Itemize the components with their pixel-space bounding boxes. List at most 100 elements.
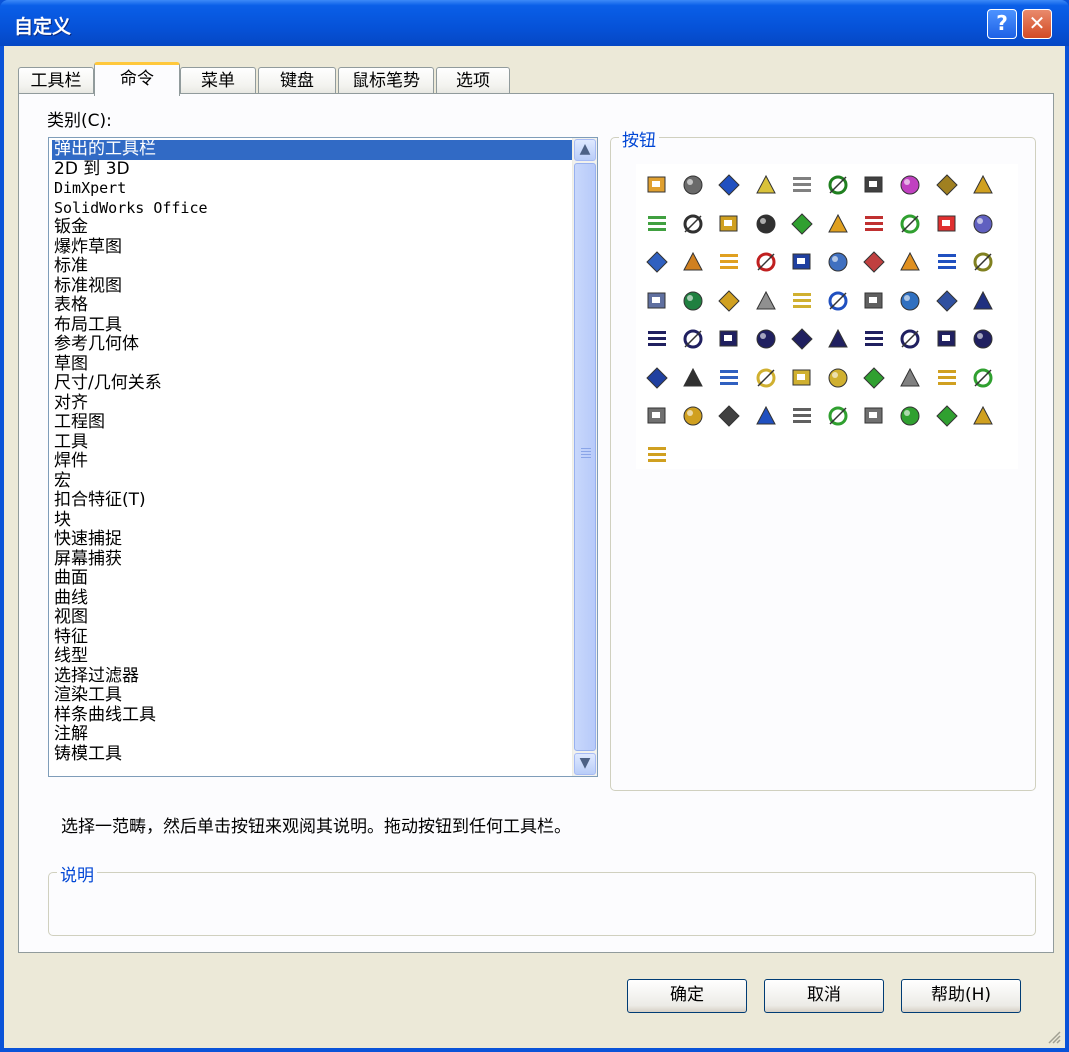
bold-italic-icon[interactable] <box>680 211 706 237</box>
category-item[interactable]: 宏 <box>52 471 572 492</box>
title-bar[interactable]: 自定义 ? ✕ <box>0 0 1069 46</box>
box-view-icon[interactable] <box>861 249 887 275</box>
part-icon[interactable] <box>644 288 670 314</box>
palette-icon[interactable] <box>970 211 996 237</box>
category-item[interactable]: 铸模工具 <box>52 744 572 765</box>
scroll-thumb[interactable] <box>574 163 596 751</box>
block-icon[interactable] <box>897 403 923 429</box>
stairs-icon[interactable] <box>861 172 887 198</box>
cut-icon[interactable] <box>789 365 815 391</box>
swept-icon[interactable] <box>789 249 815 275</box>
tab-commands[interactable]: 命令 <box>94 62 180 96</box>
category-item[interactable]: 屏幕捕获 <box>52 549 572 570</box>
category-item[interactable]: DimXpert <box>52 179 572 199</box>
key-icon[interactable] <box>861 403 887 429</box>
table-icon[interactable] <box>934 249 960 275</box>
sparkle-icon[interactable] <box>897 211 923 237</box>
snap-icon[interactable] <box>970 326 996 352</box>
category-item[interactable]: 对齐 <box>52 393 572 414</box>
note-icon[interactable] <box>789 172 815 198</box>
category-listbox[interactable]: 弹出的工具栏 2D 到 3D DimXpert SolidWorks Office 钣金… <box>48 137 598 777</box>
cancel-button[interactable]: 取消 <box>764 979 884 1013</box>
surface-icon[interactable] <box>644 211 670 237</box>
folder-move-icon[interactable] <box>934 365 960 391</box>
mold-tool-icon[interactable] <box>644 442 670 468</box>
category-item[interactable]: 表格 <box>52 295 572 316</box>
gear-box-icon[interactable] <box>680 249 706 275</box>
close-icon[interactable]: ✕ <box>1022 9 1052 39</box>
align-icon[interactable] <box>934 403 960 429</box>
circle-target-icon[interactable] <box>861 211 887 237</box>
color-wheel-icon[interactable] <box>934 211 960 237</box>
category-item[interactable]: 视图 <box>52 607 572 628</box>
dimension-icon[interactable] <box>680 172 706 198</box>
tab-menus[interactable]: 菜单 <box>180 67 256 94</box>
tag-icon[interactable] <box>716 365 742 391</box>
fillet-icon[interactable] <box>861 326 887 352</box>
diamond-icon[interactable] <box>897 249 923 275</box>
tab-keyboard[interactable]: 键盘 <box>258 67 336 94</box>
category-item[interactable]: 布局工具 <box>52 315 572 336</box>
tab-options[interactable]: 选项 <box>436 67 510 94</box>
check-cross-icon[interactable] <box>825 403 851 429</box>
category-item[interactable]: 草图 <box>52 354 572 375</box>
category-item[interactable]: 2D 到 3D <box>52 159 572 180</box>
list-icon[interactable] <box>897 288 923 314</box>
plane-icon[interactable] <box>897 326 923 352</box>
distribute-icon[interactable] <box>970 365 996 391</box>
text-style-icon[interactable] <box>753 403 779 429</box>
chart-icon[interactable] <box>716 288 742 314</box>
help-icon[interactable]: ? <box>987 9 1017 39</box>
category-item[interactable]: 曲面 <box>52 568 572 589</box>
category-item[interactable]: 曲线 <box>52 588 572 609</box>
shell-icon[interactable] <box>825 365 851 391</box>
spline-icon[interactable] <box>825 326 851 352</box>
category-item[interactable]: 线型 <box>52 646 572 667</box>
coins-icon[interactable] <box>970 403 996 429</box>
category-item[interactable]: 选择过滤器 <box>52 666 572 687</box>
shapes-icon[interactable] <box>897 365 923 391</box>
weldment-icon[interactable] <box>970 172 996 198</box>
feature-box-icon[interactable] <box>825 211 851 237</box>
solidworks-logo-icon[interactable] <box>753 249 779 275</box>
category-item[interactable]: 钣金 <box>52 217 572 238</box>
line-format-icon[interactable] <box>753 211 779 237</box>
category-item[interactable]: 弹出的工具栏 <box>52 139 572 160</box>
category-item[interactable]: 特征 <box>52 627 572 648</box>
category-item[interactable]: 参考几何体 <box>52 334 572 355</box>
swap-icon[interactable] <box>716 403 742 429</box>
mirror-icon[interactable] <box>934 326 960 352</box>
slot-icon[interactable] <box>680 326 706 352</box>
tab-toolbars[interactable]: 工具栏 <box>18 67 94 94</box>
ellipse-icon[interactable] <box>789 326 815 352</box>
underline-icon[interactable] <box>680 365 706 391</box>
rotate-view-icon[interactable] <box>644 403 670 429</box>
select-filter-icon[interactable] <box>644 249 670 275</box>
layout-icon[interactable] <box>934 172 960 198</box>
new-document-icon[interactable] <box>753 288 779 314</box>
solid-cube-icon[interactable] <box>753 172 779 198</box>
globe-icon[interactable] <box>680 288 706 314</box>
extrude-icon[interactable] <box>753 365 779 391</box>
category-scrollbar[interactable]: ▲ ▼ <box>572 138 597 776</box>
category-item[interactable]: 快速捕捉 <box>52 529 572 550</box>
color-bars-icon[interactable] <box>789 211 815 237</box>
open-folder-icon[interactable] <box>789 288 815 314</box>
category-item[interactable]: 工程图 <box>52 412 572 433</box>
help-button[interactable]: 帮助(H) <box>901 979 1021 1013</box>
category-item[interactable]: 尺寸/几何关系 <box>52 373 572 394</box>
circle-icon[interactable] <box>716 326 742 352</box>
table-frame-icon[interactable] <box>716 211 742 237</box>
sketch-entities-icon[interactable] <box>644 172 670 198</box>
document-stack-icon[interactable] <box>825 249 851 275</box>
resize-grip-icon[interactable] <box>1045 1028 1061 1044</box>
arc-icon[interactable] <box>753 326 779 352</box>
monitor-icon[interactable] <box>789 403 815 429</box>
curve-icon[interactable] <box>825 172 851 198</box>
dimension-tool-icon[interactable] <box>716 249 742 275</box>
category-item[interactable]: 标准视图 <box>52 276 572 297</box>
sum-icon[interactable] <box>970 249 996 275</box>
crosshair-icon[interactable] <box>897 172 923 198</box>
tab-mouse-gestures[interactable]: 鼠标笔势 <box>338 67 434 94</box>
category-item[interactable]: 标准 <box>52 256 572 277</box>
